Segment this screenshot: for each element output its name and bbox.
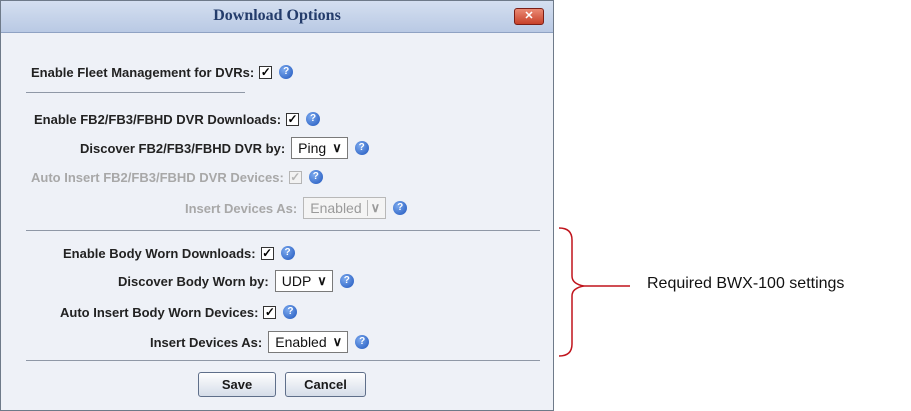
annotation-label: Required BWX-100 settings	[647, 275, 845, 292]
annotation-bracket-icon	[558, 227, 630, 357]
